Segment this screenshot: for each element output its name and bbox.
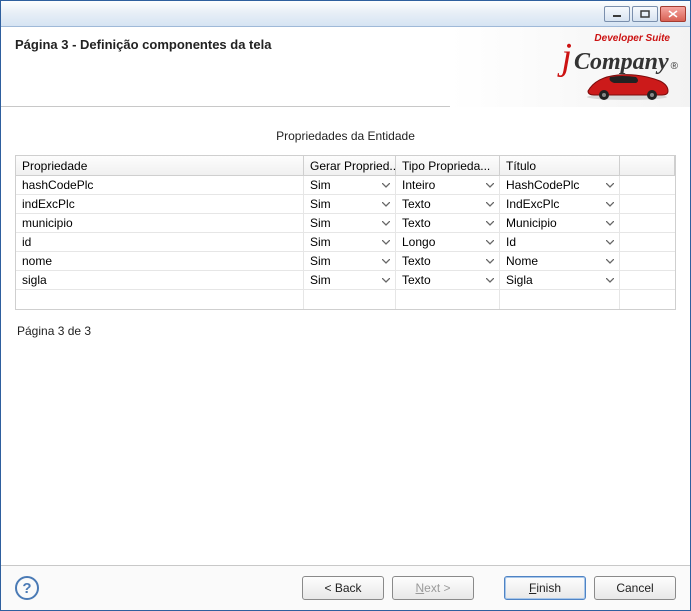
close-icon (668, 10, 678, 18)
cell-spare (620, 195, 675, 213)
chevron-down-icon (603, 235, 617, 249)
minimize-icon (612, 10, 622, 18)
cell-tipo[interactable]: Texto (396, 214, 500, 232)
cell-propriedade[interactable]: id (16, 233, 304, 251)
chevron-down-icon (379, 197, 393, 211)
table-header-gerar[interactable]: Gerar Propried... (304, 156, 396, 175)
window-titlebar (1, 1, 690, 27)
cell-tipo[interactable]: Texto (396, 195, 500, 213)
table-header-spare (620, 156, 675, 175)
chevron-down-icon (483, 273, 497, 287)
cell-propriedade[interactable]: sigla (16, 271, 304, 289)
cell-spare (620, 176, 675, 194)
chevron-down-icon (379, 273, 393, 287)
next-label: Next > (415, 581, 450, 595)
chevron-down-icon (379, 216, 393, 230)
minimize-button[interactable] (604, 6, 630, 22)
next-button: Next > (392, 576, 474, 600)
properties-table: Propriedade Gerar Propried... Tipo Propr… (15, 155, 676, 310)
cell-gerar[interactable]: Sim (304, 214, 396, 232)
table-row[interactable]: idSimLongoId (16, 233, 675, 252)
cell-tipo[interactable]: Texto (396, 271, 500, 289)
cell-titulo[interactable]: HashCodePlc (500, 176, 620, 194)
table-caption: Propriedades da Entidade (15, 121, 676, 147)
back-label: < Back (324, 581, 361, 595)
chevron-down-icon (483, 235, 497, 249)
maximize-button[interactable] (632, 6, 658, 22)
close-button[interactable] (660, 6, 686, 22)
cell-titulo[interactable]: Id (500, 233, 620, 251)
maximize-icon (640, 10, 650, 18)
cell-propriedade[interactable]: hashCodePlc (16, 176, 304, 194)
cell-gerar[interactable]: Sim (304, 176, 396, 194)
table-row[interactable]: siglaSimTextoSigla (16, 271, 675, 290)
back-button[interactable]: < Back (302, 576, 384, 600)
cell-gerar[interactable]: Sim (304, 195, 396, 213)
table-header-tipo[interactable]: Tipo Proprieda... (396, 156, 500, 175)
table-row[interactable]: indExcPlcSimTextoIndExcPlc (16, 195, 675, 214)
chevron-down-icon (603, 273, 617, 287)
cell-spare (620, 233, 675, 251)
cell-spare (620, 271, 675, 289)
chevron-down-icon (603, 254, 617, 268)
table-row[interactable]: hashCodePlcSimInteiroHashCodePlc (16, 176, 675, 195)
chevron-down-icon (483, 197, 497, 211)
chevron-down-icon (603, 178, 617, 192)
logo: Developer Suite j Company ® (468, 33, 678, 101)
page-indicator: Página 3 de 3 (15, 318, 676, 344)
chevron-down-icon (379, 254, 393, 268)
chevron-down-icon (379, 178, 393, 192)
wizard-content: Propriedades da Entidade Propriedade Ger… (1, 107, 690, 565)
cell-tipo[interactable]: Texto (396, 252, 500, 270)
cell-titulo[interactable]: IndExcPlc (500, 195, 620, 213)
chevron-down-icon (603, 197, 617, 211)
table-row-empty (16, 290, 675, 309)
logo-subtitle: Developer Suite (594, 33, 670, 44)
wizard-banner: Página 3 - Definição componentes da tela… (1, 27, 690, 107)
cancel-button[interactable]: Cancel (594, 576, 676, 600)
cell-gerar[interactable]: Sim (304, 252, 396, 270)
cell-gerar[interactable]: Sim (304, 233, 396, 251)
table-row[interactable]: municipioSimTextoMunicipio (16, 214, 675, 233)
help-button[interactable]: ? (15, 576, 39, 600)
table-header-row: Propriedade Gerar Propried... Tipo Propr… (16, 156, 675, 176)
cell-titulo[interactable]: Nome (500, 252, 620, 270)
help-icon: ? (22, 580, 31, 597)
cancel-label: Cancel (616, 581, 653, 595)
cell-tipo[interactable]: Longo (396, 233, 500, 251)
chevron-down-icon (603, 216, 617, 230)
chevron-down-icon (483, 254, 497, 268)
table-row[interactable]: nomeSimTextoNome (16, 252, 675, 271)
chevron-down-icon (483, 178, 497, 192)
cell-spare (620, 252, 675, 270)
cell-titulo[interactable]: Municipio (500, 214, 620, 232)
car-icon (582, 67, 672, 101)
table-header-titulo[interactable]: Título (500, 156, 620, 175)
cell-propriedade[interactable]: nome (16, 252, 304, 270)
cell-tipo[interactable]: Inteiro (396, 176, 500, 194)
chevron-down-icon (483, 216, 497, 230)
finish-button[interactable]: Finish (504, 576, 586, 600)
cell-propriedade[interactable]: indExcPlc (16, 195, 304, 213)
cell-spare (620, 214, 675, 232)
wizard-footer: ? < Back Next > Finish Cancel (1, 565, 690, 610)
cell-titulo[interactable]: Sigla (500, 271, 620, 289)
table-header-propriedade[interactable]: Propriedade (16, 156, 304, 175)
chevron-down-icon (379, 235, 393, 249)
finish-label: Finish (529, 581, 561, 595)
cell-gerar[interactable]: Sim (304, 271, 396, 289)
cell-propriedade[interactable]: municipio (16, 214, 304, 232)
logo-j: j (561, 44, 572, 71)
